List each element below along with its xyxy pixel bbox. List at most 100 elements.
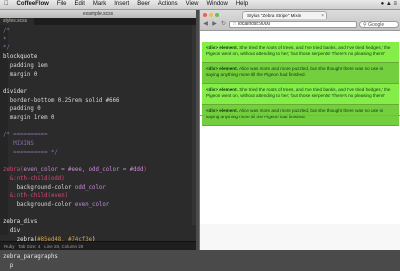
code-token: margin 0 xyxy=(3,71,38,78)
code-editor-window: example.scss styles.scss /* * */ blockquot… xyxy=(0,10,196,269)
code-token: margin 1rem 0 xyxy=(3,115,55,122)
menu-insert[interactable]: Insert xyxy=(110,0,133,9)
menu-app-name[interactable]: CoffeeFlow xyxy=(13,0,53,9)
menu-help[interactable]: Help xyxy=(232,0,252,9)
tab-close-icon[interactable]: × xyxy=(321,12,324,19)
code-token: blockquote xyxy=(3,54,38,61)
forward-icon[interactable]: ▶ xyxy=(211,21,218,28)
menu-edit[interactable]: Edit xyxy=(71,0,89,9)
page-divider xyxy=(200,115,400,116)
code-token: */ xyxy=(3,45,10,52)
code-line[interactable] xyxy=(3,123,194,132)
code-line[interactable]: margin 1rem 0 xyxy=(3,114,194,123)
status-tray-icons[interactable]: ● ▲ ≡ xyxy=(378,0,400,9)
search-placeholder: Google xyxy=(368,22,385,28)
code-token: * xyxy=(3,36,10,43)
code-token: divider xyxy=(3,88,27,95)
code-token: even_color xyxy=(74,202,110,209)
menu-beer[interactable]: Beer xyxy=(133,0,154,9)
code-token: zebra( xyxy=(3,167,24,174)
code-line[interactable]: * xyxy=(3,36,194,45)
zoom-window-icon[interactable] xyxy=(215,13,219,17)
reload-icon[interactable]: ↻ xyxy=(220,21,227,28)
menu-window[interactable]: Window xyxy=(203,0,232,9)
row-label: <div> element. xyxy=(206,45,238,50)
row-label: <div> element. xyxy=(206,108,238,113)
code-token: ) xyxy=(143,167,147,174)
window-controls xyxy=(203,13,219,17)
code-line[interactable]: /* ========== xyxy=(3,131,194,140)
editor-scrollbar[interactable] xyxy=(192,25,196,225)
code-area[interactable]: /* * */ blockquote padding 1em margin 0 di… xyxy=(3,27,194,271)
browser-window: Stylus "Zebra Stripe" Mixin × ◀ ▶ ↻ □ lo… xyxy=(199,10,400,224)
code-line[interactable]: zebra_divs xyxy=(3,218,194,227)
url-text: localhost:9000 xyxy=(238,21,271,27)
zebra-div-row: <div> element. Alice was more and more p… xyxy=(202,63,399,84)
code-line[interactable]: divider xyxy=(3,88,194,97)
desktop-area xyxy=(199,224,400,250)
nav-row: ◀ ▶ ↻ □ localhost:9000 ⚲ Google xyxy=(202,20,399,29)
code-line[interactable]: /* xyxy=(3,27,194,36)
search-icon: ⚲ xyxy=(363,22,367,28)
code-line[interactable]: blockquote xyxy=(3,53,194,62)
code-line[interactable]: MIXINS xyxy=(3,140,194,149)
apple-icon[interactable]:  xyxy=(0,0,13,9)
code-line[interactable]: zebra_paragraphs xyxy=(3,253,194,262)
page-icon: □ xyxy=(233,21,237,27)
close-window-icon[interactable] xyxy=(203,13,207,17)
code-token: MIXINS xyxy=(3,141,34,148)
code-line[interactable] xyxy=(3,79,194,88)
code-token: div xyxy=(3,228,21,235)
search-input[interactable]: ⚲ Google xyxy=(359,21,399,28)
menu-file[interactable]: File xyxy=(53,0,71,9)
zebra-div-row: <div> element. She tried the roots of tr… xyxy=(202,42,399,63)
url-bar[interactable]: □ localhost:9000 xyxy=(229,21,357,28)
code-token: ========== */ xyxy=(3,149,58,156)
menu-view[interactable]: View xyxy=(182,0,203,9)
code-line[interactable] xyxy=(3,158,194,167)
code-token: padding 1em xyxy=(3,62,48,69)
page-content: <div> element. She tried the roots of tr… xyxy=(200,31,400,224)
code-line[interactable]: div xyxy=(3,227,194,236)
code-line[interactable]: background-color odd_color xyxy=(3,184,194,193)
zebra-div-row: <div> element. She tried the roots of tr… xyxy=(202,84,399,105)
row-label: <div> element. xyxy=(206,66,238,71)
code-line[interactable]: padding 1em xyxy=(3,62,194,71)
editor-tabbar: styles.scss xyxy=(0,18,196,25)
code-token: even_color = #eee, odd_color = #ddd xyxy=(23,167,144,174)
code-token: zebra_divs xyxy=(3,219,38,226)
code-line[interactable]: padding 0 xyxy=(3,105,194,114)
code-line[interactable]: p xyxy=(3,262,194,271)
row-label: <div> element. xyxy=(206,87,238,92)
code-line[interactable]: zebra(even_color = #eee, odd_color = #dd… xyxy=(3,166,194,175)
code-token: p xyxy=(3,262,14,269)
code-token: &:nth-child(odd) xyxy=(3,175,65,182)
editor-tab[interactable]: styles.scss xyxy=(0,18,34,25)
browser-tab[interactable]: Stylus "Zebra Stripe" Mixin × xyxy=(242,11,327,19)
code-line[interactable] xyxy=(3,210,194,219)
code-token: zebra_paragraphs xyxy=(3,254,58,261)
code-line[interactable]: border-bottom 0.25rem solid #666 xyxy=(3,97,194,106)
code-token: odd_color xyxy=(74,184,106,191)
editor-titlebar[interactable]: example.scss xyxy=(0,10,196,18)
code-line[interactable]: &:nth-child(odd) xyxy=(3,175,194,184)
menu-actions[interactable]: Actions xyxy=(154,0,182,9)
code-line[interactable]: */ xyxy=(3,44,194,53)
browser-tab-title: Stylus "Zebra Stripe" Mixin xyxy=(247,13,302,18)
code-token: background-color xyxy=(3,202,75,209)
code-line[interactable]: background-color even_color xyxy=(3,201,194,210)
code-token: &:nth-child(even) xyxy=(3,193,69,200)
code-token: border-bottom 0.25rem solid #666 xyxy=(3,97,120,104)
code-line[interactable]: ========== */ xyxy=(3,149,194,158)
menu-mark[interactable]: Mark xyxy=(89,0,110,9)
editor-title: example.scss xyxy=(82,11,114,17)
back-icon[interactable]: ◀ xyxy=(202,21,209,28)
editor-statusbar: Ruby Tab Size: 4 Line 28, Column 28 xyxy=(0,241,196,250)
minimize-window-icon[interactable] xyxy=(209,13,213,17)
code-line[interactable]: &:nth-child(even) xyxy=(3,192,194,201)
browser-toolbar: Stylus "Zebra Stripe" Mixin × ◀ ▶ ↻ □ lo… xyxy=(200,10,400,31)
code-token: background-color xyxy=(3,184,75,191)
code-token: /* xyxy=(3,28,10,34)
code-line[interactable]: margin 0 xyxy=(3,71,194,80)
code-token: /* ========== xyxy=(3,132,48,139)
